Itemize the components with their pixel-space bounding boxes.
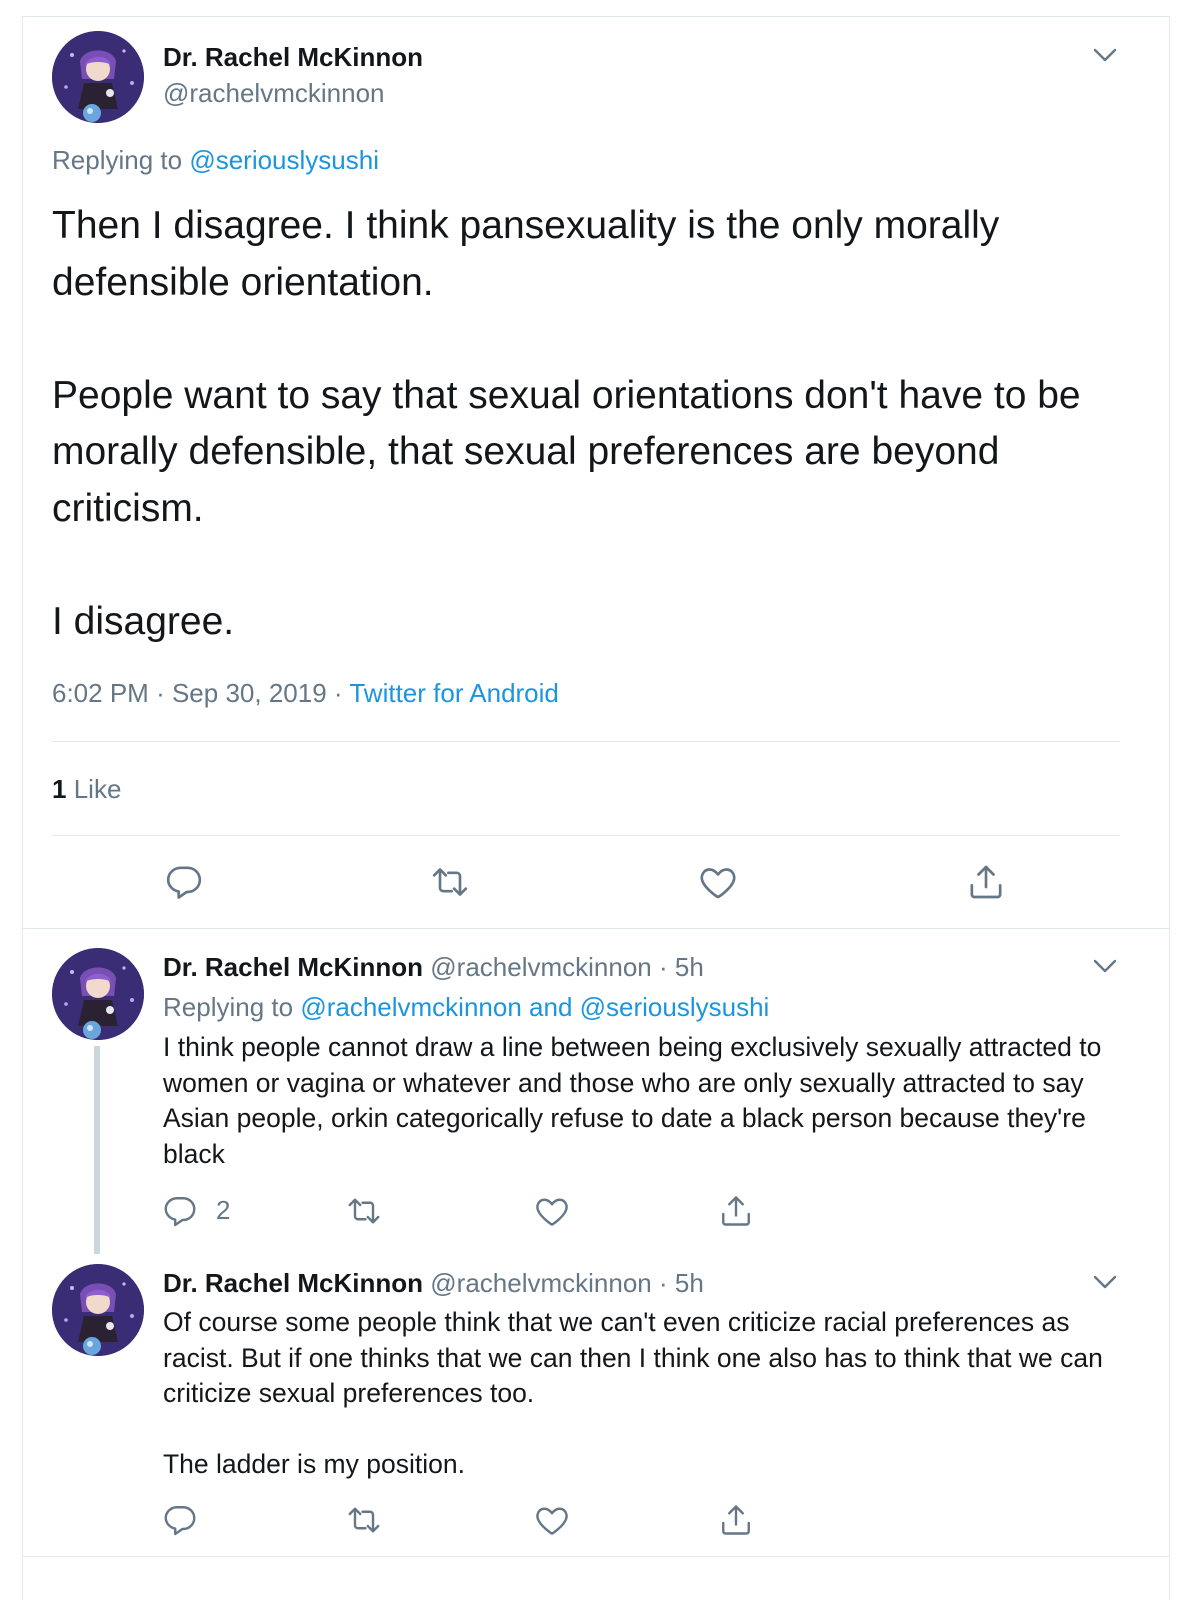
mention-link[interactable]: @seriouslysushi bbox=[189, 145, 379, 175]
replying-prefix: Replying to bbox=[163, 992, 294, 1022]
author-handle[interactable]: @rachelvmckinnon bbox=[430, 1268, 651, 1298]
retweet-icon bbox=[430, 862, 470, 902]
tweet-paragraph: Of course some people think that we can'… bbox=[163, 1307, 1103, 1408]
tweet-text: Then I disagree. I think pansexuality is… bbox=[52, 198, 1142, 650]
reply-count: 2 bbox=[216, 1195, 231, 1225]
tweet-date[interactable]: Sep 30, 2019 bbox=[172, 678, 327, 708]
tweet-paragraph: I think people cannot draw a line betwee… bbox=[163, 1032, 1102, 1169]
tweet-meta: 6:02 PM · Sep 30, 2019 · Twitter for And… bbox=[52, 678, 559, 709]
reply-button[interactable] bbox=[162, 1193, 198, 1229]
share-icon bbox=[718, 1193, 754, 1229]
divider bbox=[52, 741, 1120, 742]
like-button[interactable] bbox=[698, 862, 738, 902]
like-button[interactable] bbox=[534, 1193, 570, 1229]
chevron-down-icon[interactable] bbox=[1092, 1274, 1118, 1290]
thread-connector bbox=[94, 1046, 100, 1254]
heart-icon bbox=[698, 862, 738, 902]
separator: · bbox=[659, 952, 668, 982]
share-button[interactable] bbox=[718, 1193, 754, 1229]
section-divider bbox=[22, 1556, 1170, 1557]
separator: · bbox=[333, 678, 343, 708]
reply-icon bbox=[162, 1502, 198, 1538]
like-count-label: Like bbox=[73, 774, 122, 804]
tweet-text: I think people cannot draw a line betwee… bbox=[163, 1030, 1133, 1172]
retweet-button[interactable] bbox=[346, 1193, 382, 1229]
mention-link[interactable]: @rachelvmckinnon and @seriouslysushi bbox=[300, 992, 769, 1022]
like-button[interactable] bbox=[534, 1502, 570, 1538]
reply-icon bbox=[162, 1193, 198, 1229]
author-name[interactable]: Dr. Rachel McKinnon bbox=[163, 1268, 423, 1298]
like-count-number: 1 bbox=[52, 774, 67, 804]
avatar[interactable] bbox=[52, 1264, 144, 1356]
author-name[interactable]: Dr. Rachel McKinnon bbox=[163, 952, 423, 982]
tweet-age[interactable]: 5h bbox=[675, 1268, 704, 1298]
heart-icon bbox=[534, 1502, 570, 1538]
retweet-icon bbox=[346, 1502, 382, 1538]
share-button[interactable] bbox=[966, 862, 1006, 902]
tweet-paragraph: The ladder is my position. bbox=[163, 1449, 465, 1479]
reply-header: Dr. Rachel McKinnon @rachelvmckinnon · 5… bbox=[163, 1268, 704, 1299]
separator: · bbox=[659, 1268, 668, 1298]
tweet-text: Of course some people think that we can'… bbox=[163, 1305, 1133, 1483]
chevron-down-icon[interactable] bbox=[1092, 958, 1118, 974]
avatar[interactable] bbox=[52, 948, 144, 1040]
divider bbox=[52, 835, 1120, 836]
author-handle[interactable]: @rachelvmckinnon bbox=[430, 952, 651, 982]
reply-button[interactable] bbox=[164, 862, 204, 902]
author-name[interactable]: Dr. Rachel McKinnon bbox=[163, 42, 423, 73]
tweet-paragraph: People want to say that sexual orientati… bbox=[52, 373, 1081, 530]
reply-icon bbox=[164, 862, 204, 902]
avatar[interactable] bbox=[52, 31, 144, 123]
share-button[interactable] bbox=[718, 1502, 754, 1538]
tweet-source[interactable]: Twitter for Android bbox=[349, 678, 559, 708]
retweet-icon bbox=[346, 1193, 382, 1229]
replying-to: Replying to @seriouslysushi bbox=[52, 145, 379, 176]
replying-prefix: Replying to bbox=[52, 145, 183, 175]
like-count[interactable]: 1 Like bbox=[52, 774, 121, 805]
chevron-down-icon[interactable] bbox=[1092, 47, 1118, 63]
heart-icon bbox=[534, 1193, 570, 1229]
reply-header: Dr. Rachel McKinnon @rachelvmckinnon · 5… bbox=[163, 952, 704, 983]
tweet-time[interactable]: 6:02 PM bbox=[52, 678, 149, 708]
tweet-paragraph: I disagree. bbox=[52, 599, 235, 643]
reply-button[interactable] bbox=[162, 1502, 198, 1538]
replying-to: Replying to @rachelvmckinnon and @seriou… bbox=[163, 992, 769, 1023]
retweet-button[interactable] bbox=[346, 1502, 382, 1538]
retweet-button[interactable] bbox=[430, 862, 470, 902]
share-icon bbox=[718, 1502, 754, 1538]
tweet-age[interactable]: 5h bbox=[675, 952, 704, 982]
author-handle[interactable]: @rachelvmckinnon bbox=[163, 78, 384, 109]
section-divider bbox=[22, 928, 1170, 929]
tweet-paragraph: Then I disagree. I think pansexuality is… bbox=[52, 204, 1000, 304]
separator: · bbox=[156, 678, 165, 708]
share-icon bbox=[966, 862, 1006, 902]
